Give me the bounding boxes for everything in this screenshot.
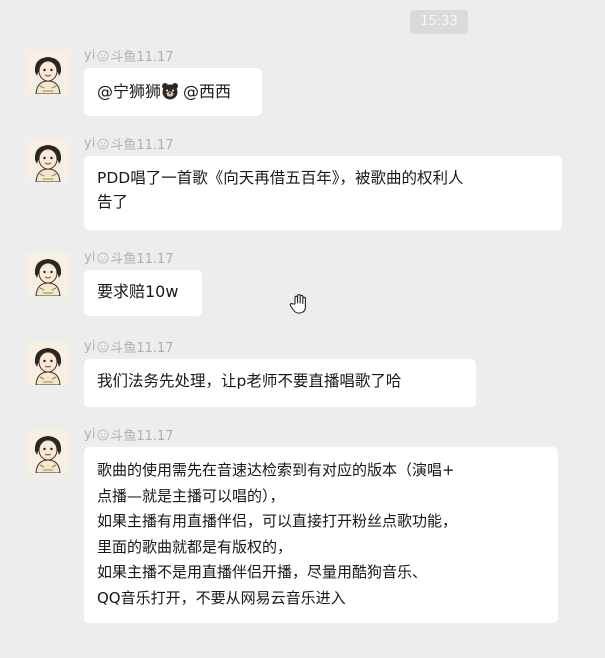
message-bubble[interactable]: 要求赔10w	[84, 270, 202, 316]
smiley-face-icon	[97, 429, 109, 440]
sender-suffix: 斗鱼11.17	[110, 252, 174, 267]
cartoon-girl-avatar-icon	[26, 341, 70, 385]
message-line: 我们法务先处理，让p老师不要直播唱歌了哈	[97, 372, 402, 390]
sender-suffix: 斗鱼11.17	[110, 50, 174, 65]
sender-prefix: yi	[84, 427, 96, 442]
message-bubble[interactable]: 我们法务先处理，让p老师不要直播唱歌了哈	[84, 359, 476, 407]
message-bubble[interactable]: @宁狮狮 @西西	[84, 68, 262, 116]
avatar[interactable]	[26, 252, 70, 296]
smiley-face-icon	[97, 252, 109, 263]
bear-face-icon	[162, 83, 179, 100]
mention-xixi[interactable]: @西西	[183, 82, 231, 101]
message-line: PDD唱了一首歌《向天再借五百年》，被歌曲的权利人	[97, 169, 464, 187]
sender-name: yi 斗鱼11.17	[84, 425, 174, 444]
cartoon-girl-avatar-icon	[26, 138, 70, 182]
sender-prefix: yi	[84, 48, 96, 63]
sender-prefix: yi	[84, 250, 96, 265]
avatar[interactable]	[26, 138, 70, 182]
cartoon-girl-avatar-icon	[26, 50, 70, 94]
message-line: 里面的歌曲就都是有版权的，	[97, 537, 293, 556]
sender-name: yi 斗鱼11.17	[84, 46, 174, 65]
timestamp: 15:33	[410, 10, 468, 34]
message-bubble[interactable]: 歌曲的使用需先在音速达检索到有对应的版本（演唱+ 点播—就是主播可以唱的）， 如…	[84, 447, 558, 623]
smiley-face-icon	[97, 50, 109, 61]
message-bubble[interactable]: PDD唱了一首歌《向天再借五百年》，被歌曲的权利人 告了	[84, 156, 562, 230]
message-line: QQ音乐打开，不要从网易云音乐进入	[97, 588, 346, 607]
sender-suffix: 斗鱼11.17	[110, 341, 174, 356]
message-line: 要求赔10w	[97, 282, 179, 301]
smiley-face-icon	[97, 138, 109, 149]
message-line: 告了	[97, 193, 129, 211]
cartoon-girl-avatar-icon	[26, 252, 70, 296]
avatar[interactable]	[26, 429, 70, 473]
sender-suffix: 斗鱼11.17	[110, 429, 174, 444]
sender-name: yi 斗鱼11.17	[84, 248, 174, 267]
sender-name: yi 斗鱼11.17	[84, 337, 174, 356]
sender-prefix: yi	[84, 339, 96, 354]
sender-prefix: yi	[84, 136, 96, 151]
sender-suffix: 斗鱼11.17	[110, 138, 174, 153]
smiley-face-icon	[97, 341, 109, 352]
message-line: 如果主播不是用直播伴侣开播，尽量用酷狗音乐、	[97, 563, 428, 581]
sender-name: yi 斗鱼11.17	[84, 134, 174, 153]
mention-ningshishi[interactable]: @宁狮狮	[97, 82, 161, 101]
hand-pointer-icon	[289, 294, 306, 314]
message-line: 点播—就是主播可以唱的），	[97, 486, 285, 505]
avatar[interactable]	[26, 50, 70, 94]
chat-area: 15:33 yi 斗鱼11.17 @宁狮狮 @西西 yi 斗鱼11.17 PDD…	[0, 0, 605, 658]
avatar[interactable]	[26, 341, 70, 385]
message-line: 歌曲的使用需先在音速达检索到有对应的版本（演唱+	[97, 461, 455, 479]
cartoon-girl-avatar-icon	[26, 429, 70, 473]
message-line: 如果主播有用直播伴侣，可以直接打开粉丝点歌功能，	[97, 512, 458, 530]
